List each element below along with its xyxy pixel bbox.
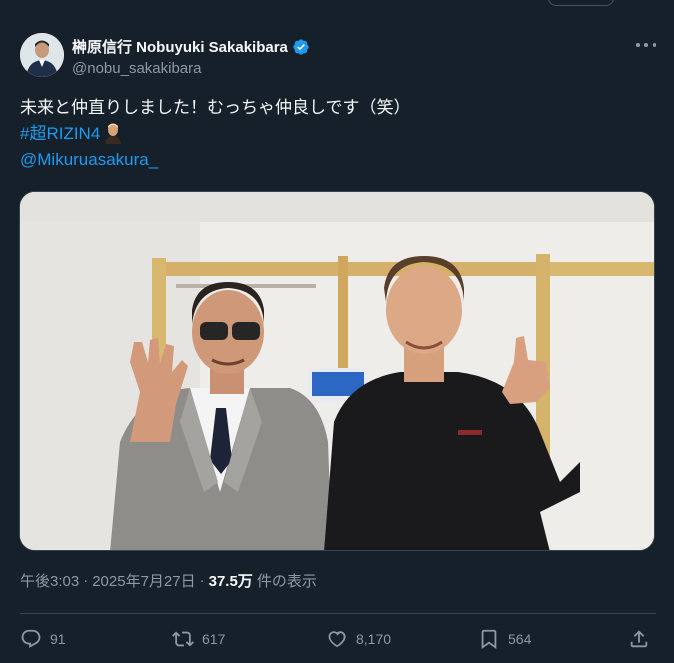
- two-men-photo-icon: [20, 192, 654, 550]
- meta-separator: ·: [83, 572, 89, 589]
- like-button[interactable]: 8,170: [326, 626, 391, 652]
- share-button[interactable]: [628, 626, 650, 652]
- follow-button-edge[interactable]: [548, 0, 614, 6]
- profile-photo-icon: [20, 33, 64, 77]
- hashtag-line: #超RIZIN4: [20, 120, 650, 146]
- like-count: 8,170: [356, 631, 392, 647]
- author-handle[interactable]: @nobu_sakakibara: [72, 60, 201, 77]
- portrait-emoji-icon: [105, 123, 122, 144]
- tweet-meta: 午後3:03 · 2025年7月27日 · 37.5万 件の表示: [20, 570, 317, 591]
- more-options-icon[interactable]: [636, 38, 656, 52]
- author-name-row[interactable]: 榊原信行 Nobuyuki Sakakibara: [72, 36, 310, 57]
- tweet-text: 未来と仲直りしました！むっちゃ仲良しです（笑） #超RIZIN4 @Mikuru…: [20, 94, 650, 172]
- display-name[interactable]: 榊原信行 Nobuyuki Sakakibara: [72, 36, 288, 57]
- views-count: 37.5万: [208, 573, 253, 590]
- mention-line: @Mikuruasakura_: [20, 146, 650, 172]
- verified-badge-icon: [293, 38, 309, 55]
- mention-link[interactable]: @Mikuruasakura_: [20, 147, 158, 172]
- tweet-photo[interactable]: [19, 191, 655, 551]
- tweet-line: 未来と仲直りしました！むっちゃ仲良しです（笑）: [20, 97, 411, 117]
- bookmark-button[interactable]: 564: [478, 626, 531, 652]
- share-icon: [630, 630, 648, 648]
- action-bar: 91 617 8,170 564: [20, 626, 656, 652]
- hashtag-link[interactable]: #超RIZIN4: [20, 121, 100, 146]
- repost-button[interactable]: 617: [172, 626, 225, 652]
- divider: [20, 613, 656, 614]
- tweet-time[interactable]: 午後3:03: [20, 570, 79, 591]
- bookmark-count: 564: [508, 631, 532, 647]
- reply-icon: [21, 629, 41, 648]
- reply-button[interactable]: 91: [20, 626, 66, 652]
- repost-count: 617: [202, 631, 226, 647]
- bookmark-icon: [481, 629, 497, 650]
- reply-count: 91: [50, 631, 66, 647]
- avatar[interactable]: [20, 33, 64, 77]
- meta-separator: ·: [199, 572, 205, 589]
- views-label: 件の表示: [256, 573, 317, 590]
- repost-icon: [172, 631, 194, 647]
- heart-icon: [328, 631, 346, 647]
- tweet-detail: 榊原信行 Nobuyuki Sakakibara @nobu_sakakibar…: [0, 0, 674, 663]
- tweet-date[interactable]: 2025年7月27日: [92, 570, 195, 591]
